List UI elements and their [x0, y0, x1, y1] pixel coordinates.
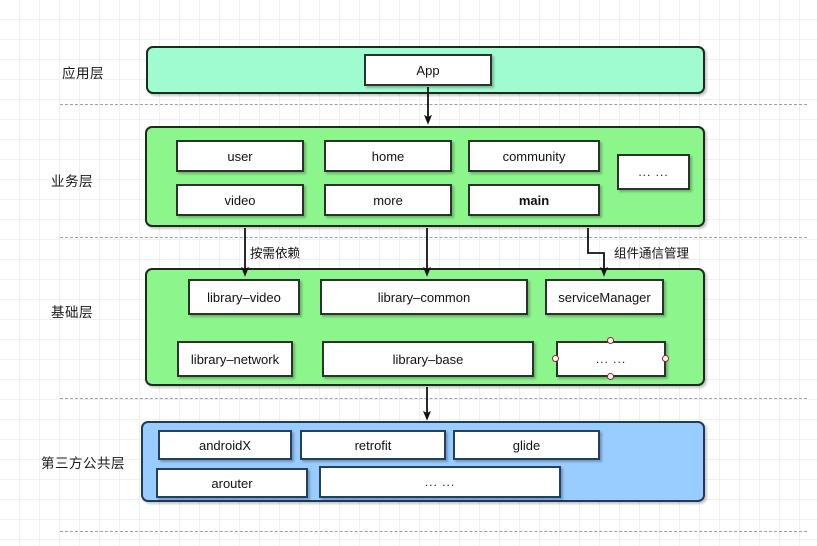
layer-label-business: 业务层: [51, 174, 93, 189]
module-thirdparty-ellipsis[interactable]: ... ...: [319, 466, 561, 498]
arrow-business-to-service-manager: [587, 228, 608, 277]
layer-label-base: 基础层: [51, 305, 93, 320]
layer-label-thirdparty: 第三方公共层: [41, 456, 125, 471]
edge-label-on-demand-dependency: 按需依赖: [250, 246, 301, 261]
selection-handle-top[interactable]: [607, 337, 614, 344]
module-library-video[interactable]: library–video: [188, 279, 300, 315]
module-main[interactable]: main: [468, 184, 600, 216]
module-app[interactable]: App: [364, 54, 492, 86]
separator-app-business: [60, 104, 807, 105]
module-library-network[interactable]: library–network: [177, 341, 293, 377]
module-library-common[interactable]: library–common: [320, 279, 528, 315]
module-glide[interactable]: glide: [453, 430, 600, 460]
module-community[interactable]: community: [468, 140, 600, 172]
module-user[interactable]: user: [176, 140, 304, 172]
module-androidx[interactable]: androidX: [158, 430, 292, 460]
separator-business-base: [60, 237, 807, 238]
separator-bottom: [60, 531, 807, 532]
layer-label-app: 应用层: [62, 66, 104, 81]
module-video[interactable]: video: [176, 184, 304, 216]
module-library-base[interactable]: library–base: [322, 341, 534, 377]
module-home[interactable]: home: [324, 140, 452, 172]
selection-handle-bottom[interactable]: [607, 373, 614, 380]
module-retrofit[interactable]: retrofit: [300, 430, 446, 460]
module-arouter[interactable]: arouter: [156, 468, 308, 498]
module-service-manager[interactable]: serviceManager: [545, 279, 664, 315]
edge-label-component-communication: 组件通信管理: [614, 246, 690, 261]
module-business-ellipsis[interactable]: ... ...: [617, 154, 690, 190]
separator-base-thirdparty: [60, 398, 807, 399]
module-more[interactable]: more: [324, 184, 452, 216]
architecture-diagram-canvas: 应用层 业务层 基础层 第三方公共层 App user home communi…: [0, 0, 817, 546]
selection-handle-left[interactable]: [552, 355, 559, 362]
module-base-ellipsis-selected[interactable]: ... ...: [556, 341, 666, 377]
selection-handle-right[interactable]: [662, 355, 669, 362]
